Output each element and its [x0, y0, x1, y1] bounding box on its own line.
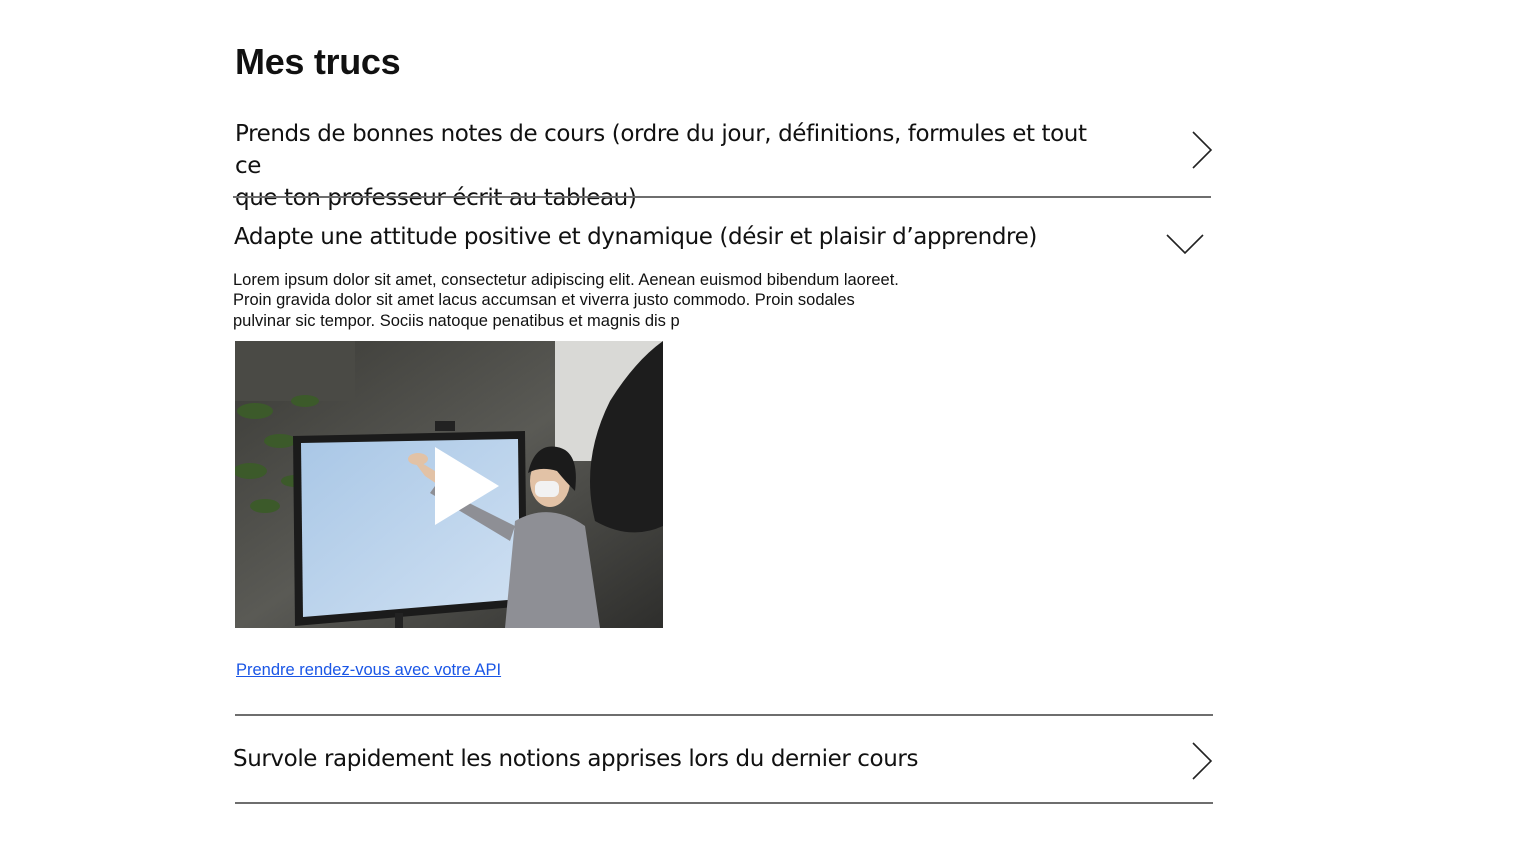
- chevron-down-icon[interactable]: [1163, 225, 1207, 261]
- page-title: Mes trucs: [235, 41, 401, 82]
- chevron-right-icon[interactable]: [1183, 739, 1223, 783]
- accordion-item-attitude[interactable]: Adapte une attitude positive et dynamiqu…: [233, 221, 1213, 257]
- accordion-divider: [233, 196, 1211, 198]
- accordion-item-label-line1: Prends de bonnes notes de cours (ordre d…: [235, 121, 1087, 179]
- chevron-right-icon[interactable]: [1183, 128, 1223, 172]
- body-line: pulvinar sic tempor. Sociis natoque pena…: [233, 311, 680, 330]
- accordion-item-notes[interactable]: Prends de bonnes notes de cours (ordre d…: [233, 118, 1213, 211]
- accordion-item-label: Survole rapidement les notions apprises …: [233, 746, 919, 772]
- accordion-item-label: Adapte une attitude positive et dynamiqu…: [234, 224, 1037, 250]
- accordion-body-text: Lorem ipsum dolor sit amet, consectetur …: [233, 270, 953, 331]
- page: Mes trucs Prends de bonnes notes de cour…: [0, 0, 1536, 864]
- accordion-divider: [235, 714, 1213, 716]
- appointment-link[interactable]: Prendre rendez-vous avec votre API: [236, 659, 501, 681]
- accordion-item-label: Prends de bonnes notes de cours (ordre d…: [235, 118, 1115, 214]
- accordion-item-label-line2: que ton professeur écrit au tableau): [235, 185, 637, 211]
- play-icon[interactable]: [431, 445, 503, 527]
- accordion-divider: [235, 802, 1213, 804]
- video-player[interactable]: [235, 341, 663, 628]
- accordion-item-review[interactable]: Survole rapidement les notions apprises …: [233, 742, 1213, 783]
- body-line: Proin gravida dolor sit amet lacus accum…: [233, 291, 855, 310]
- body-line: Lorem ipsum dolor sit amet, consectetur …: [233, 271, 899, 289]
